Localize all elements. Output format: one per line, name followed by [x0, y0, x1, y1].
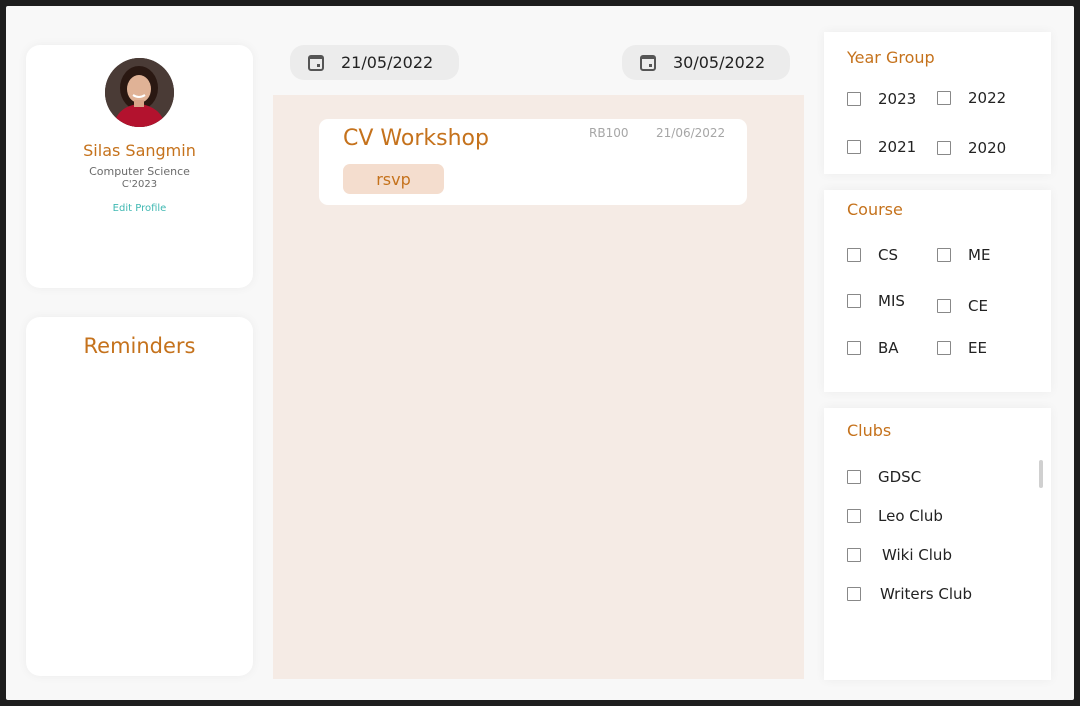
checkbox-label: 2020 — [968, 139, 1007, 157]
edit-profile-link[interactable]: Edit Profile — [26, 203, 253, 214]
checkbox-course-ee[interactable]: EE — [937, 339, 987, 357]
profile-year: C'2023 — [121, 179, 158, 190]
avatar — [105, 58, 174, 127]
profile-name: Silas Sangmin — [83, 141, 196, 160]
clubs-scrollbar[interactable] — [1039, 460, 1043, 488]
event-title: CV Workshop — [343, 126, 489, 151]
calendar-icon — [640, 54, 656, 71]
event-card[interactable]: CV Workshop RB100 21/06/2022 rsvp — [319, 119, 747, 205]
course-title: Course — [847, 200, 903, 219]
checkbox-label: BA — [878, 339, 899, 357]
checkbox-box[interactable] — [937, 91, 951, 105]
checkbox-label: Writers Club — [880, 585, 973, 603]
profile-card: Silas Sangmin Computer Science C'2023 Ed… — [26, 45, 253, 288]
end-date-value: 30/05/2022 — [673, 53, 766, 72]
checkbox-label: 2023 — [878, 90, 917, 108]
checkbox-label: ME — [968, 246, 991, 264]
checkbox-label: 2021 — [878, 138, 917, 156]
checkbox-label: 2022 — [968, 89, 1007, 107]
checkbox-box[interactable] — [847, 294, 861, 308]
checkbox-box[interactable] — [847, 92, 861, 106]
checkbox-club-gdsc[interactable]: GDSC — [847, 468, 921, 486]
checkbox-label: GDSC — [878, 468, 922, 486]
checkbox-label: CE — [968, 297, 988, 315]
checkbox-box[interactable] — [937, 341, 951, 355]
event-date: 21/06/2022 — [656, 126, 726, 140]
year-group-title: Year Group — [847, 48, 935, 67]
checkbox-box[interactable] — [847, 341, 861, 355]
checkbox-course-ce[interactable]: CE — [937, 297, 988, 315]
checkbox-year-2023[interactable]: 2023 — [847, 90, 916, 108]
clubs-title: Clubs — [847, 421, 892, 440]
checkbox-box[interactable] — [937, 299, 951, 313]
course-filter: Course CS ME MIS CE BA EE — [824, 190, 1051, 392]
checkbox-box[interactable] — [847, 248, 861, 262]
checkbox-year-2022[interactable]: 2022 — [937, 89, 1006, 107]
rsvp-button[interactable]: rsvp — [343, 164, 444, 194]
checkbox-year-2021[interactable]: 2021 — [847, 138, 916, 156]
checkbox-box[interactable] — [847, 509, 861, 523]
reminders-card: Reminders — [26, 317, 253, 676]
events-panel: CV Workshop RB100 21/06/2022 rsvp — [273, 95, 804, 679]
checkbox-club-wiki[interactable]: Wiki Club — [847, 546, 952, 564]
event-room: RB100 — [589, 126, 629, 140]
avatar-image — [105, 58, 174, 127]
checkbox-course-ba[interactable]: BA — [847, 339, 899, 357]
checkbox-label: MIS — [878, 292, 905, 310]
checkbox-club-leo[interactable]: Leo Club — [847, 507, 943, 525]
start-date-value: 21/05/2022 — [341, 53, 434, 72]
checkbox-course-cs[interactable]: CS — [847, 246, 898, 264]
checkbox-box[interactable] — [847, 587, 861, 601]
checkbox-box[interactable] — [847, 548, 861, 562]
start-date-picker[interactable]: 21/05/2022 — [290, 45, 459, 80]
checkbox-label: Leo Club — [878, 507, 943, 525]
checkbox-year-2020[interactable]: 2020 — [937, 139, 1006, 157]
app-window: Silas Sangmin Computer Science C'2023 Ed… — [6, 6, 1074, 700]
end-date-picker[interactable]: 30/05/2022 — [622, 45, 790, 80]
checkbox-course-mis[interactable]: MIS — [847, 292, 905, 310]
checkbox-course-me[interactable]: ME — [937, 246, 990, 264]
reminders-title: Reminders — [83, 334, 196, 358]
checkbox-box[interactable] — [847, 470, 861, 484]
year-group-filter: Year Group 2023 2022 2021 2020 — [824, 32, 1051, 174]
checkbox-club-writers[interactable]: Writers Club — [847, 585, 972, 603]
checkbox-box[interactable] — [937, 248, 951, 262]
checkbox-label: CS — [878, 246, 898, 264]
checkbox-box[interactable] — [847, 140, 861, 154]
checkbox-box[interactable] — [937, 141, 951, 155]
checkbox-label: Wiki Club — [882, 546, 952, 564]
calendar-icon — [308, 54, 324, 71]
profile-course: Computer Science — [89, 165, 190, 178]
checkbox-label: EE — [968, 339, 987, 357]
clubs-filter: Clubs GDSC Leo Club Wiki Club Writers Cl… — [824, 408, 1051, 680]
